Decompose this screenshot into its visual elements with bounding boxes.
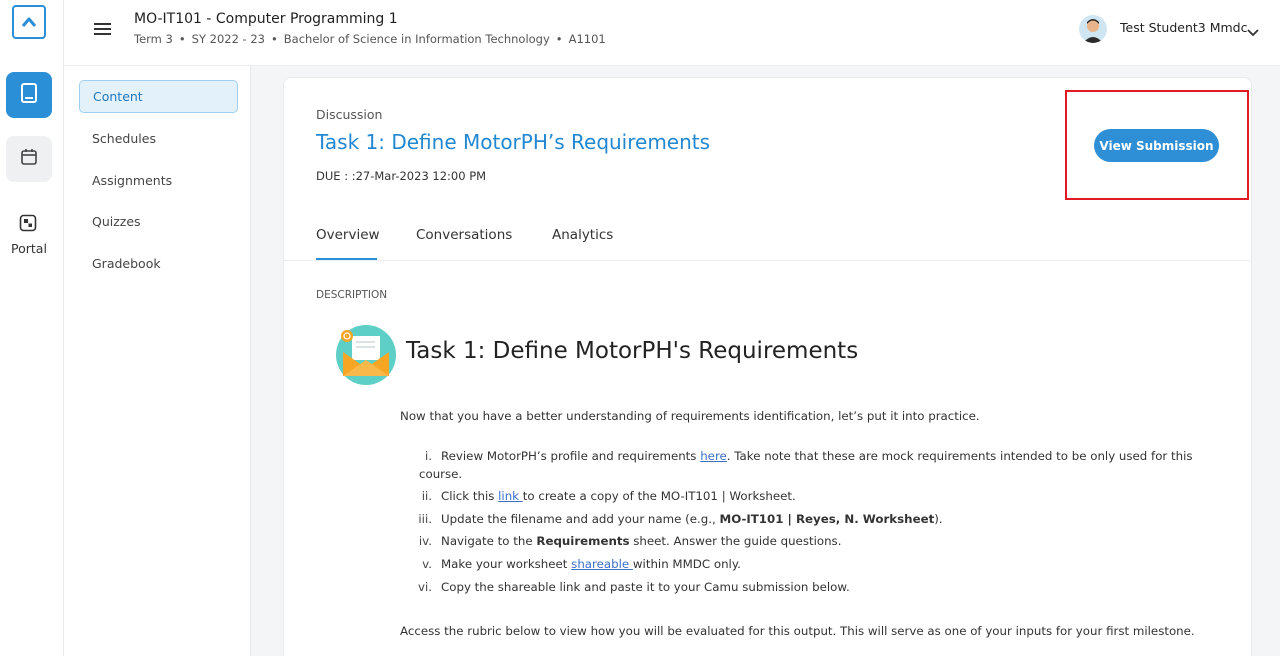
user-name[interactable]: Test Student3 Mmdc [1120, 20, 1248, 35]
worksheet-link[interactable]: link [498, 489, 523, 503]
task-kind: Discussion [316, 107, 383, 122]
list-item-text: sheet. Answer the guide questions. [629, 534, 842, 548]
profile-link[interactable]: here [700, 449, 727, 463]
list-item-text: course. [419, 467, 463, 481]
description-heading: Task 1: Define MotorPH's Requirements [406, 338, 859, 364]
tab-analytics[interactable]: Analytics [552, 227, 613, 243]
list-item-text: Copy the shareable link and paste it to … [441, 580, 850, 594]
list-item-text: Navigate to the [441, 534, 537, 548]
chevron-down-icon[interactable] [1247, 22, 1259, 41]
list-item-number: ii. [421, 489, 432, 503]
course-term: Term 3 [134, 32, 173, 46]
portal-icon[interactable] [19, 214, 37, 236]
task-card: Discussion Task 1: Define MotorPH’s Requ… [283, 77, 1252, 656]
rail-calendar-button[interactable] [6, 136, 52, 182]
list-item-text: . Take note that these are mock requirem… [726, 449, 1193, 463]
course-nav-item-quizzes[interactable]: Quizzes [79, 205, 238, 238]
list-item-text: Update the filename and add your name (e… [441, 512, 720, 526]
list-item-text: Make your worksheet [441, 557, 572, 571]
description-outro: Access the rubric below to view how you … [400, 624, 1195, 638]
tab-overview[interactable]: Overview [316, 227, 380, 243]
list-item-bold-text: Requirements [536, 534, 630, 548]
app-logo-icon[interactable] [12, 5, 46, 39]
list-item-text: Click this [441, 489, 499, 503]
description-label: DESCRIPTION [316, 289, 388, 301]
course-nav-item-assignments[interactable]: Assignments [79, 164, 238, 197]
course-school-year: SY 2022 - 23 [191, 32, 265, 46]
tabs-divider [284, 260, 1251, 261]
list-item-text: ). [934, 512, 943, 526]
list-item-number: i. [424, 449, 432, 463]
list-item-text: within MMDC only. [632, 557, 741, 571]
course-nav-item-schedules[interactable]: Schedules [79, 122, 238, 155]
course-nav-item-gradebook[interactable]: Gradebook [79, 247, 238, 280]
calendar-icon [19, 147, 39, 171]
course-program: Bachelor of Science in Information Techn… [283, 32, 550, 46]
course-nav: Content Schedules Assignments Quizzes Gr… [64, 66, 251, 656]
list-item-text: to create a copy of the MO-IT101 | Works… [522, 489, 796, 503]
course-nav-item-content[interactable]: Content [79, 80, 238, 113]
tab-conversations[interactable]: Conversations [416, 227, 512, 243]
app-rail: Portal [0, 0, 64, 656]
list-item-bold-text: MO-IT101 | Reyes, N. Worksheet [719, 512, 935, 526]
list-item-number: iii. [418, 512, 432, 526]
list-item-text: Review MotorPH’s profile and requirement… [441, 449, 701, 463]
description-intro: Now that you have a better understanding… [400, 409, 980, 423]
shareable-link[interactable]: shareable [571, 557, 633, 571]
view-submission-button[interactable]: View Submission [1094, 129, 1219, 162]
course-meta: Term 3 • SY 2022 - 23 • Bachelor of Science … [134, 32, 606, 46]
course-title: MO-IT101 - Computer Programming 1 [134, 11, 398, 27]
list-item-number: v. [422, 557, 432, 571]
envelope-icon [335, 324, 397, 390]
task-title: Task 1: Define MotorPH’s Requirements [316, 130, 711, 154]
top-header: MO-IT101 - Computer Programming 1 Term 3… [64, 0, 1280, 66]
rail-courses-button[interactable] [6, 72, 52, 118]
list-item-number: iv. [418, 534, 432, 548]
avatar[interactable] [1079, 15, 1107, 43]
menu-icon[interactable] [94, 21, 111, 40]
task-due-date: DUE : :27-Mar-2023 12:00 PM [316, 169, 487, 183]
list-item-number: vi. [417, 580, 432, 594]
course-section: A1101 [568, 32, 606, 46]
book-icon [19, 82, 39, 108]
portal-label[interactable]: Portal [0, 241, 58, 256]
